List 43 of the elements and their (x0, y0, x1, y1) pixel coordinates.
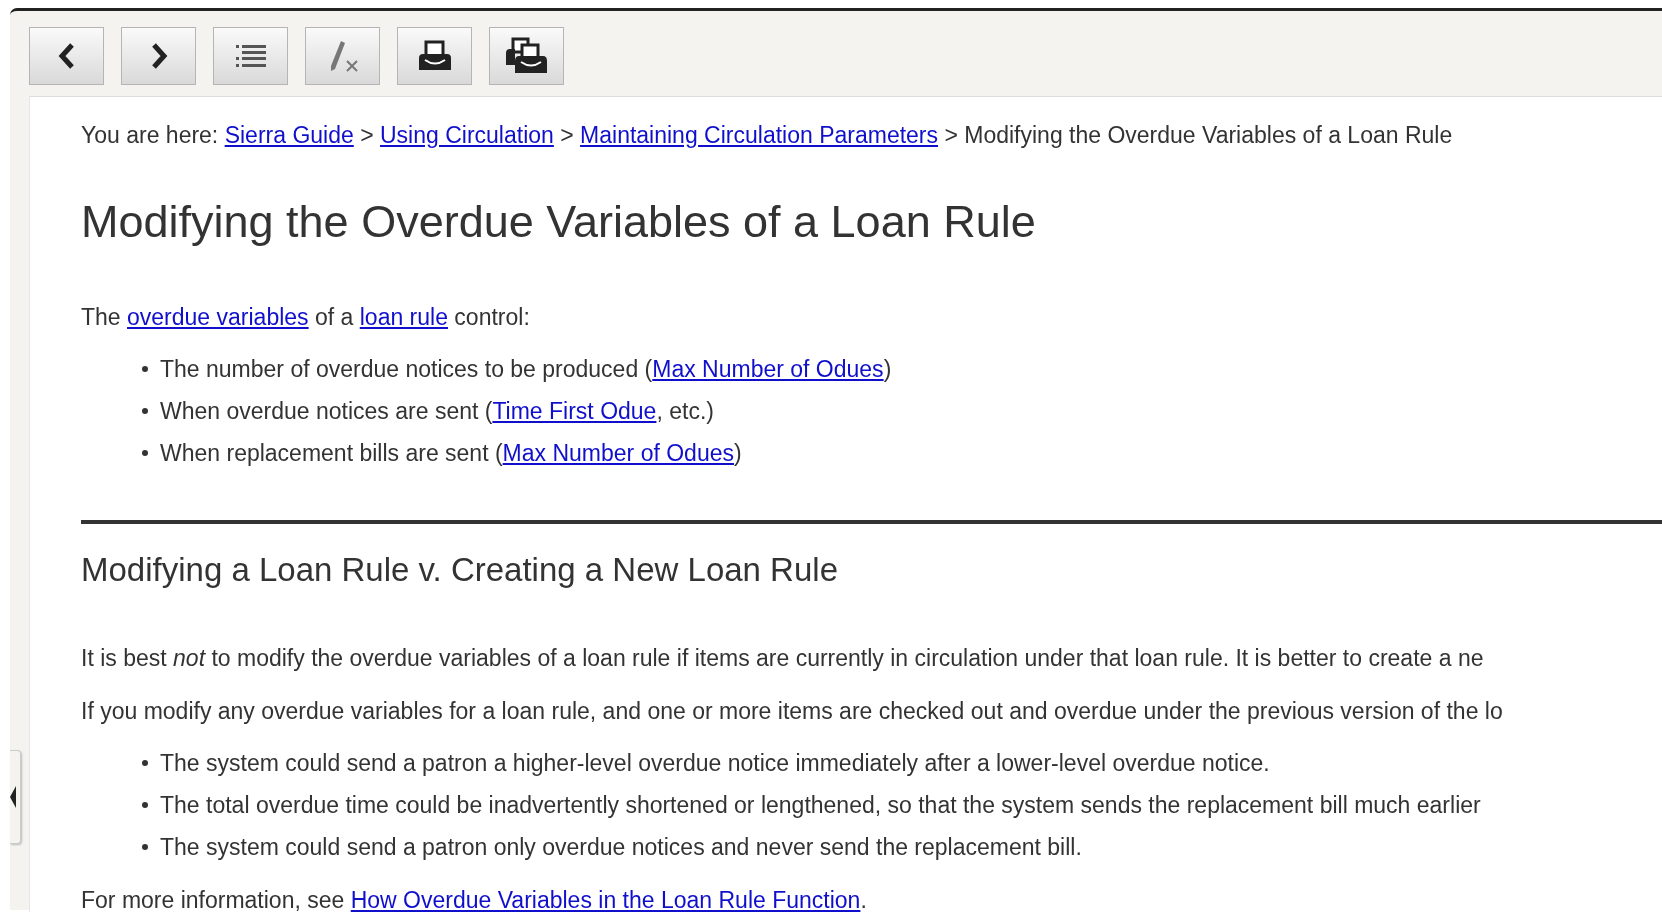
paragraph: The overdue variables of a loan rule control: (81, 303, 531, 332)
printers-icon (504, 37, 549, 75)
forward-button[interactable] (121, 27, 196, 85)
clear-highlight-button[interactable] (305, 27, 380, 85)
bullet-icon (142, 802, 148, 808)
link[interactable]: How Overdue Variables in the Loan Rule Function (350, 887, 861, 912)
list-item-text: When overdue notices are sent (Time First Odue, etc.) (160, 397, 714, 426)
breadcrumb-separator: > (560, 122, 574, 148)
breadcrumb-separator: > (360, 122, 374, 148)
bullet-icon (142, 408, 148, 414)
bullet-icon (142, 450, 148, 456)
list-item-text: The system could send a patron only overdue notices and never send the replacement bill. (160, 833, 1082, 862)
breadcrumb-link[interactable]: Using Circulation (380, 122, 554, 148)
printer-icon (416, 40, 453, 72)
paragraph: For more information, see How Overdue Variables in the Loan Rule Function. (81, 886, 868, 912)
paragraph: It is best not to modify the overdue variables of a loan rule if items are currently in circulation under that loan rule. It is better to create a ne (81, 644, 1485, 673)
bullet-icon (142, 366, 148, 372)
breadcrumb-link[interactable]: Sierra Guide (224, 122, 354, 148)
list-item-text: When replacement bills are sent (Max Number of Odues) (160, 439, 742, 468)
list-icon (235, 43, 266, 69)
list-item-text: The system could send a patron a higher-level overdue notice immediately after a lower-level overdue notice. (160, 749, 1270, 778)
panel-toggle-handle[interactable] (10, 750, 21, 844)
bullet-icon (142, 760, 148, 766)
print-button[interactable] (397, 27, 472, 85)
back-button[interactable] (29, 27, 104, 85)
link[interactable]: Max Number of Odues (652, 356, 884, 382)
breadcrumb-separator: > (944, 122, 958, 148)
link[interactable]: overdue variables (127, 304, 309, 330)
print-all-button[interactable] (489, 27, 564, 85)
section-heading: Modifying a Loan Rule v. Creating a New Loan Rule (81, 550, 839, 590)
page-title: Modifying the Overdue Variables of a Loan Rule (81, 195, 1037, 249)
link[interactable]: Time First Odue (492, 398, 657, 424)
breadcrumb-link[interactable]: Maintaining Circulation Parameters (580, 122, 938, 148)
left-triangle-icon (10, 786, 16, 808)
link[interactable]: loan rule (359, 304, 448, 330)
paragraph: If you modify any overdue variables for a loan rule, and one or more items are checked out and overdue under the previous version of the lo (81, 697, 1504, 726)
list-item-text: The number of overdue notices to be produced (Max Number of Odues) (160, 355, 892, 384)
link[interactable]: Max Number of Odues (502, 440, 734, 466)
bullet-icon (142, 844, 148, 850)
list-item-text: The total overdue time could be inadvertently shortened or lengthened, so that the system sends the replacement bill much earlier (160, 791, 1481, 820)
breadcrumb-current: Modifying the Overdue Variables of a Loan Rule (964, 122, 1453, 148)
contents-button[interactable] (213, 27, 288, 85)
breadcrumb-label: You are here: (81, 122, 219, 148)
